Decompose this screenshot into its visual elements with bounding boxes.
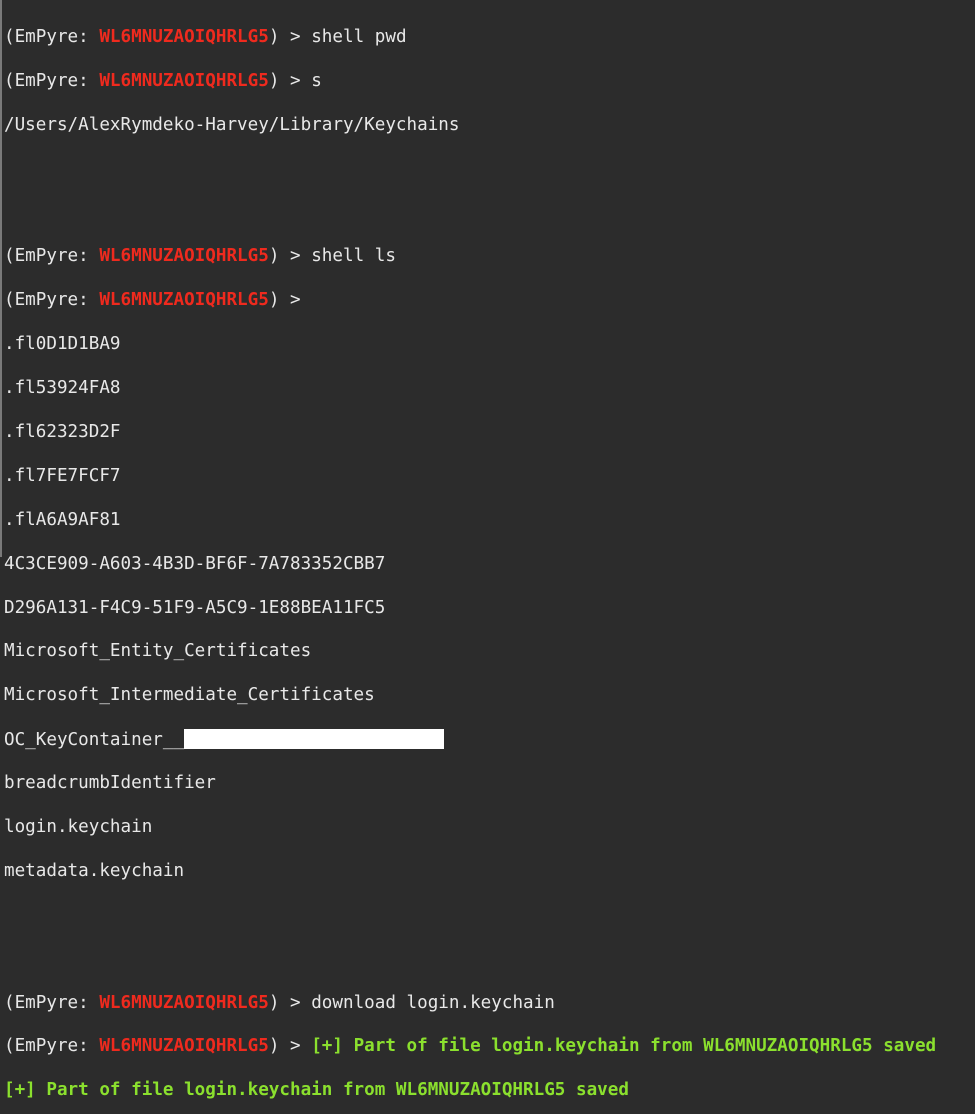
agent-id: WL6MNUZAOIQHRLG5 <box>99 290 269 311</box>
prompt-prefix: (EmPyre: <box>4 290 100 311</box>
ls-entry: metadata.keychain <box>4 860 185 881</box>
ls-entry: .fl0D1D1BA9 <box>4 334 121 355</box>
prompt-prefix: (EmPyre: <box>4 70 100 91</box>
prompt-prefix: (EmPyre: <box>4 992 100 1013</box>
command: s <box>311 70 322 91</box>
redaction-box <box>184 729 445 750</box>
ls-entry: breadcrumbIdentifier <box>4 773 216 794</box>
ls-entry: .fl7FE7FCF7 <box>4 465 121 486</box>
prompt-suffix: ) > <box>268 26 312 47</box>
prompt-line: (EmPyre: WL6MNUZAOIQHRLG5) > download lo… <box>4 993 975 1015</box>
prompt-line: (EmPyre: WL6MNUZAOIQHRLG5) > shell pwd <box>4 27 975 49</box>
saved-message: [+] Part of file login.keychain from WL6… <box>311 1036 937 1057</box>
prompt-line: (EmPyre: WL6MNUZAOIQHRLG5) > shell ls <box>4 246 975 268</box>
prompt-prefix: (EmPyre: <box>4 1036 100 1057</box>
agent-id: WL6MNUZAOIQHRLG5 <box>99 70 269 91</box>
prompt-suffix: ) > <box>268 246 312 267</box>
prompt-line: (EmPyre: WL6MNUZAOIQHRLG5) > <box>4 290 975 312</box>
saved-message: [+] Part of file login.keychain from WL6… <box>4 1080 629 1101</box>
prompt-suffix: ) > <box>268 1036 312 1057</box>
prompt-line: (EmPyre: WL6MNUZAOIQHRLG5) > s <box>4 71 975 93</box>
prompt-suffix: ) > <box>268 70 312 91</box>
ls-entry: D296A131-F4C9-51F9-A5C9-1E88BEA11FC5 <box>4 597 386 618</box>
agent-id: WL6MNUZAOIQHRLG5 <box>99 1036 269 1057</box>
ls-entry: Microsoft_Entity_Certificates <box>4 641 312 662</box>
prompt-suffix: ) > <box>268 992 312 1013</box>
agent-id: WL6MNUZAOIQHRLG5 <box>99 992 269 1013</box>
prompt-prefix: (EmPyre: <box>4 246 100 267</box>
ls-entry-text: OC_KeyContainer__ <box>4 730 185 751</box>
ls-entry: .flA6A9AF81 <box>4 509 121 530</box>
command: shell pwd <box>311 26 407 47</box>
ls-entry: OC_KeyContainer__ <box>4 729 975 751</box>
command: download login.keychain <box>311 992 555 1013</box>
pwd-output: /Users/AlexRymdeko-Harvey/Library/Keycha… <box>4 114 460 135</box>
command: shell ls <box>311 246 396 267</box>
terminal-output[interactable]: (EmPyre: WL6MNUZAOIQHRLG5) > shell pwd (… <box>0 0 975 1100</box>
ls-entry: .fl53924FA8 <box>4 378 121 399</box>
prompt-line: (EmPyre: WL6MNUZAOIQHRLG5) > [+] Part of… <box>4 1036 975 1058</box>
agent-id: WL6MNUZAOIQHRLG5 <box>99 246 269 267</box>
agent-id: WL6MNUZAOIQHRLG5 <box>99 26 269 47</box>
ls-entry: .fl62323D2F <box>4 421 121 442</box>
ls-entry: login.keychain <box>4 816 153 837</box>
prompt-prefix: (EmPyre: <box>4 26 100 47</box>
prompt-suffix: ) > <box>268 290 312 311</box>
ls-entry: Microsoft_Intermediate_Certificates <box>4 685 375 706</box>
